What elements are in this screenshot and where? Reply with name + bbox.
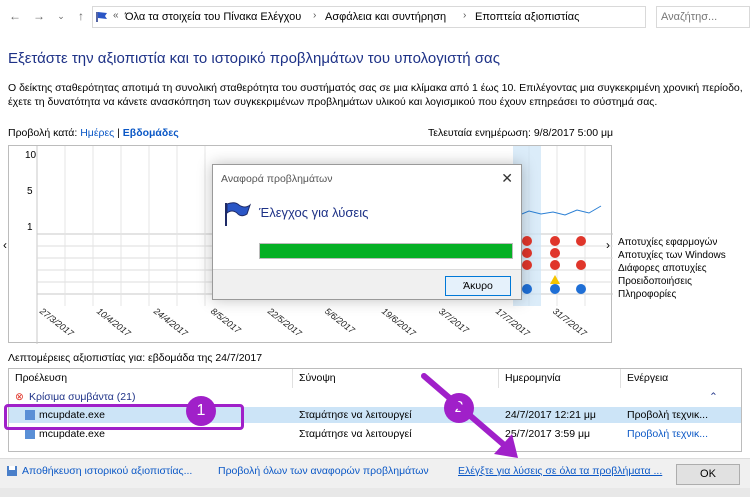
app-icon — [25, 429, 35, 439]
breadcrumb[interactable]: « Όλα τα στοιχεία του Πίνακα Ελέγχου › Α… — [92, 6, 646, 28]
close-icon[interactable]: ✕ — [501, 170, 513, 187]
view-days-link[interactable]: Ημέρες — [80, 127, 114, 139]
collapse-icon[interactable]: ⌃ — [709, 391, 718, 403]
category-windows-failures: Αποτυχίες των Windows — [618, 250, 726, 261]
y-tick-5: 5 — [27, 186, 33, 197]
horizontal-scrollbar[interactable] — [0, 488, 750, 497]
last-update: Τελευταία ενημέρωση: 9/8/2017 5:00 μμ — [428, 127, 614, 139]
chart-scroll-right-icon[interactable]: › — [606, 238, 610, 252]
column-header-action[interactable]: Ενέργεια — [621, 369, 741, 388]
row-action[interactable]: Προβολή τεχνικ... — [627, 409, 708, 421]
save-history-link[interactable]: Αποθήκευση ιστορικού αξιοπιστίας... — [22, 465, 192, 477]
date-tick: 17/7/2017 — [493, 306, 532, 339]
chevron-right-icon: › — [463, 10, 467, 21]
chart-scroll-left-icon[interactable]: ‹ — [3, 238, 7, 252]
flag-icon — [96, 12, 107, 22]
y-tick-10: 10 — [25, 150, 37, 161]
row-summary: Σταμάτησε να λειτουργεί — [299, 428, 412, 440]
arrow-annotation — [421, 373, 518, 458]
date-tick: 3/7/2017 — [436, 306, 471, 336]
warning-icon — [550, 275, 560, 284]
breadcrumb-item-reliability[interactable]: Εποπτεία αξιοπιστίας — [475, 11, 579, 23]
view-by-label: Προβολή κατά: — [8, 127, 78, 139]
view-weeks-link[interactable]: Εβδομάδες — [123, 127, 179, 139]
back-icon[interactable]: ← — [8, 9, 22, 23]
date-tick: 22/5/2017 — [265, 306, 304, 339]
category-warnings: Προειδοποιήσεις — [618, 276, 692, 287]
details-label: Λεπτομέρειες αξιοπιστίας για: εβδομάδα τ… — [8, 352, 263, 364]
column-header-source[interactable]: Προέλευση — [9, 369, 293, 388]
row-action[interactable]: Προβολή τεχνικ... — [627, 428, 708, 440]
step-badge-1: 1 — [186, 396, 216, 426]
search-input[interactable]: Αναζήτησ... — [656, 6, 750, 28]
breadcrumb-overflow-icon[interactable]: « — [113, 10, 119, 21]
forward-icon[interactable]: → — [32, 9, 46, 23]
chevron-right-icon: › — [313, 10, 317, 21]
category-information: Πληροφορίες — [618, 289, 677, 300]
flag-icon — [225, 202, 251, 226]
check-solutions-link[interactable]: Ελέγξτε για λύσεις σε όλα τα προβλήματα … — [458, 465, 662, 477]
category-app-failures: Αποτυχίες εφαρμογών — [618, 237, 718, 248]
up-icon[interactable]: ↑ — [74, 9, 88, 23]
progress-bar — [259, 243, 513, 259]
dialog-message: Έλεγχος για λύσεις — [259, 205, 369, 220]
cancel-button[interactable]: Άκυρο — [445, 276, 511, 296]
date-tick: 27/3/2017 — [37, 306, 76, 339]
ok-button[interactable]: OK — [676, 464, 740, 485]
address-bar: ← → ⌄ ↑ « Όλα τα στοιχεία του Πίνακα Ελέ… — [0, 0, 750, 34]
dialog-title: Αναφορά προβλημάτων — [221, 173, 333, 185]
breadcrumb-item-security[interactable]: Ασφάλεια και συντήρηση — [325, 11, 446, 23]
view-by-separator: | — [117, 127, 120, 139]
error-icon: ⊗ — [15, 391, 24, 403]
date-tick: 5/6/2017 — [322, 306, 357, 336]
breadcrumb-item-control-panel[interactable]: Όλα τα στοιχεία του Πίνακα Ελέγχου — [125, 11, 301, 23]
progress-fill — [260, 244, 512, 258]
category-misc-failures: Διάφορες αποτυχίες — [618, 263, 707, 274]
recent-locations-icon[interactable]: ⌄ — [54, 9, 68, 23]
group-label: Κρίσιμα συμβάντα (21) — [29, 391, 136, 403]
date-tick: 8/5/2017 — [208, 306, 243, 336]
page-title: Εξετάστε την αξιοπιστία και το ιστορικό … — [8, 50, 500, 67]
view-all-reports-link[interactable]: Προβολή όλων των αναφορών προβλημάτων — [218, 465, 429, 477]
save-icon — [7, 466, 17, 476]
chart-date-axis: 27/3/2017 10/4/2017 24/4/2017 8/5/2017 2… — [24, 306, 612, 342]
page-description: Ο δείκτης σταθερότητας αποτιμά τη συνολι… — [8, 82, 743, 108]
view-by: Προβολή κατά: Ημέρες | Εβδομάδες — [8, 127, 179, 139]
group-row[interactable]: ⊗ Κρίσιμα συμβάντα (21) ⌃ — [9, 389, 741, 405]
y-tick-1: 1 — [27, 222, 33, 233]
date-tick: 10/4/2017 — [94, 306, 133, 339]
error-icon-group — [522, 236, 586, 270]
problem-report-dialog: Αναφορά προβλημάτων ✕ Έλεγχος για λύσεις… — [212, 164, 522, 300]
row-summary: Σταμάτησε να λειτουργεί — [299, 409, 412, 421]
date-tick: 31/7/2017 — [550, 306, 589, 339]
date-tick: 19/6/2017 — [379, 306, 418, 339]
dialog-footer: Άκυρο — [213, 269, 521, 299]
date-tick: 24/4/2017 — [151, 306, 190, 339]
